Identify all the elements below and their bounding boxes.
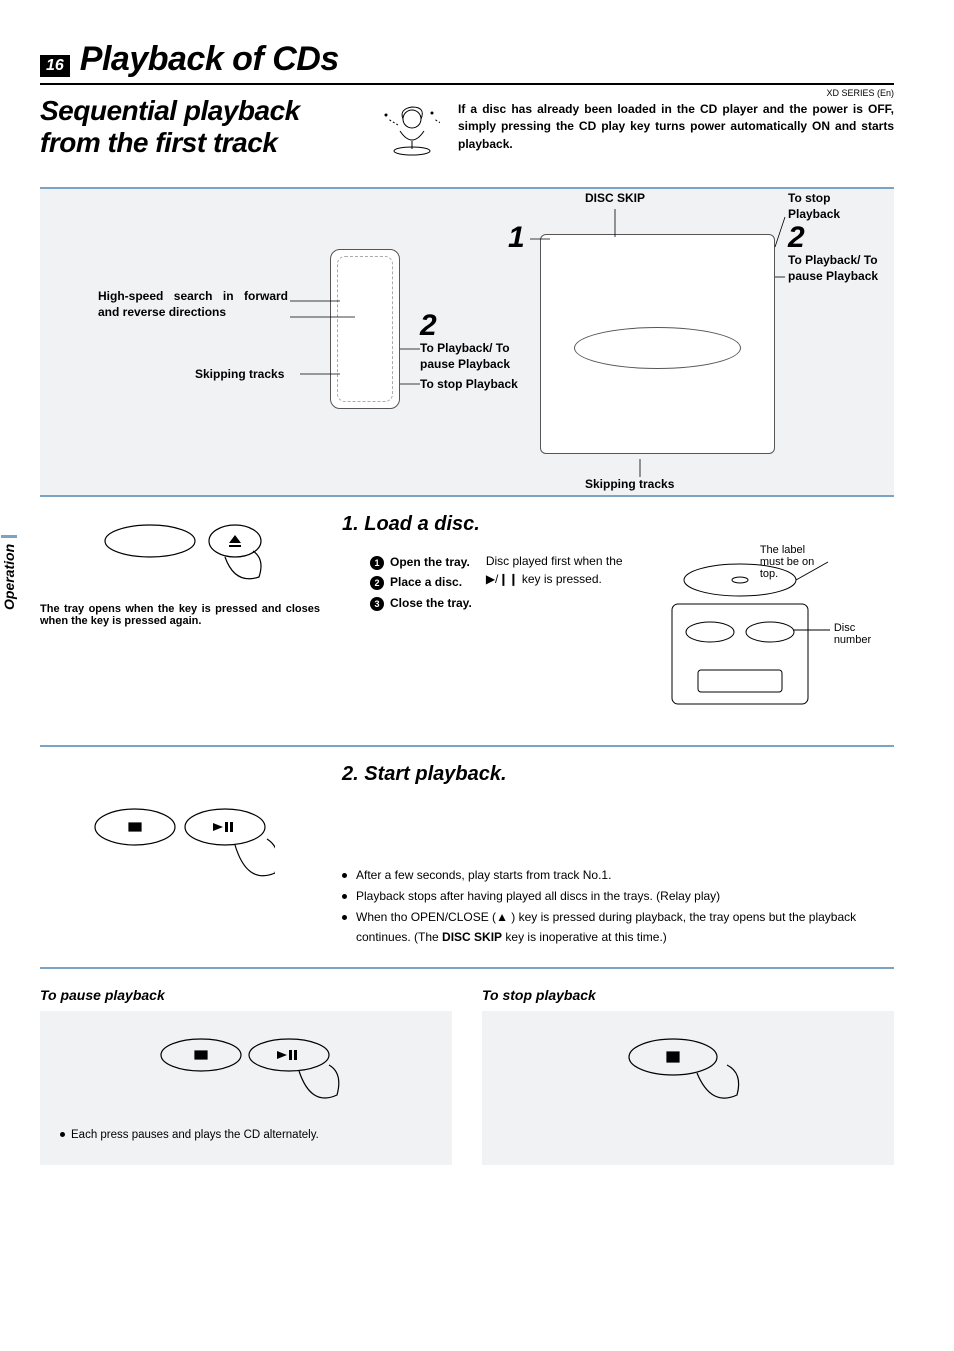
- step-2-block: 2. Start playback. After a few seconds, …: [40, 747, 894, 969]
- pause-note: Each press pauses and plays the CD alter…: [60, 1129, 432, 1141]
- page-header: 16 Playback of CDs: [40, 40, 894, 85]
- label-label-top: The label must be on top.: [760, 544, 830, 580]
- stop-press-icon: [613, 1025, 763, 1115]
- page-number: 16: [40, 55, 70, 77]
- leader-lines-icon: [40, 189, 894, 495]
- wizard-icon: [378, 101, 440, 162]
- controls-diagram: High-speed search in forward and reverse…: [40, 187, 894, 497]
- sub1: Open the tray.: [390, 555, 470, 569]
- intro-text: If a disc has already been loaded in the…: [458, 101, 894, 153]
- bullet-3: When tho OPEN/CLOSE (▲ ) key is pressed …: [342, 908, 894, 946]
- pause-box: To pause playback Each press pauses and …: [40, 987, 452, 1165]
- bullet-1: After a few seconds, play starts from tr…: [342, 866, 894, 885]
- disc-played-first: Disc played first when the ▶/❙❙ key is p…: [486, 554, 623, 586]
- stop-heading: To stop playback: [482, 987, 894, 1011]
- sub3: Close the tray.: [390, 596, 472, 610]
- step2-bullets: After a few seconds, play starts from tr…: [342, 866, 894, 947]
- tray-caption: The tray opens when the key is pressed a…: [40, 603, 320, 627]
- stop-box: To stop playback: [482, 987, 894, 1165]
- chapter-title: Playback of CDs: [80, 40, 339, 79]
- sub2: Place a disc.: [390, 575, 462, 589]
- bullet-2: Playback stops after having played all d…: [342, 887, 894, 906]
- label-disc-number: Disc number: [834, 622, 871, 646]
- eject-press-icon: [95, 513, 265, 593]
- tray-illustration: The label must be on top. Disc number: [650, 552, 830, 727]
- substeps-list: 1Open the tray. 2Place a disc. 3Close th…: [370, 552, 472, 613]
- intro-row: Sequential playback from the first track…: [40, 95, 894, 162]
- series-label: XD SERIES (En): [826, 88, 894, 98]
- step2-heading: 2. Start playback.: [342, 763, 894, 786]
- pause-heading: To pause playback: [40, 987, 452, 1011]
- step-1-block: The tray opens when the key is pressed a…: [40, 497, 894, 747]
- side-tab-operation: Operation: [1, 535, 17, 610]
- section-title: Sequential playback from the first track: [40, 95, 360, 159]
- step1-heading: 1. Load a disc.: [342, 513, 894, 536]
- play-press-icon: [85, 793, 275, 913]
- pause-stop-row: To pause playback Each press pauses and …: [40, 987, 894, 1165]
- pause-press-icon: [151, 1025, 341, 1115]
